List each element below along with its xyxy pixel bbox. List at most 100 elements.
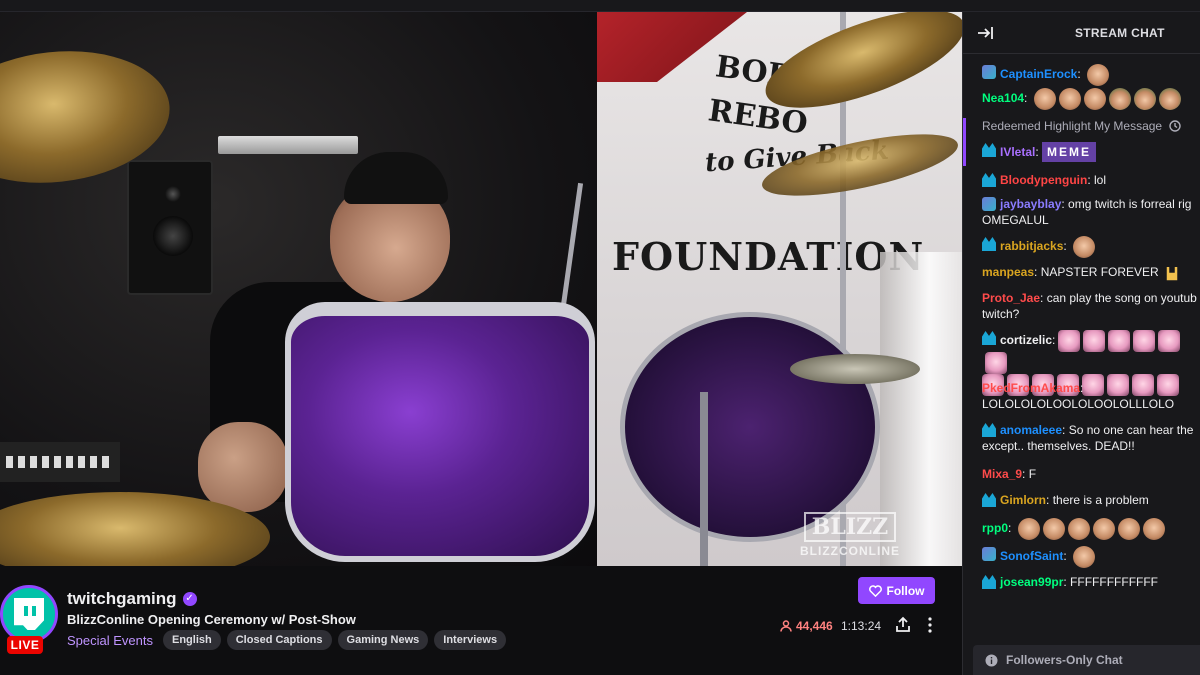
subscriber-badge-icon xyxy=(982,65,996,79)
emote-icon xyxy=(1083,330,1106,352)
prime-badge-icon xyxy=(982,575,996,589)
chat-message-text: MEME xyxy=(1042,142,1097,162)
stream-uptime: 1:13:24 xyxy=(841,619,882,633)
emote-icon xyxy=(1158,88,1181,110)
verified-icon: ✓ xyxy=(182,592,197,606)
prime-badge-icon xyxy=(982,143,996,157)
follow-button[interactable]: Follow xyxy=(858,577,935,604)
tag-closed-captions[interactable]: Closed Captions xyxy=(226,630,332,650)
tag-interviews[interactable]: Interviews xyxy=(434,630,507,650)
emote-icon xyxy=(1058,88,1081,110)
chat-message: manpeas: NAPSTER FOREVER xyxy=(963,264,1200,290)
stream-title: BlizzConline Opening Ceremony w/ Post-Sh… xyxy=(67,612,356,627)
chat-username[interactable]: PkedFromAkama xyxy=(982,381,1080,395)
chat-message: Mixa_9: F xyxy=(982,467,1037,481)
more-icon[interactable] xyxy=(924,616,936,634)
emote-icon xyxy=(1067,518,1090,540)
bass-drum xyxy=(285,302,595,562)
person-icon xyxy=(780,620,792,632)
chat-message: Gimlorn: there is a problem xyxy=(963,492,1200,518)
tag-english[interactable]: English xyxy=(163,630,221,650)
chat-message: cortizelic: xyxy=(963,330,1200,396)
chat-panel: STREAM CHAT CaptainErock: Nea104: Redeem… xyxy=(962,12,1200,675)
chat-username[interactable]: rabbitjacks xyxy=(1000,239,1063,253)
chat-message: josean99pr: FFFFFFFFFFFF xyxy=(963,574,1200,598)
chat-message: SonofSaint: xyxy=(963,546,1200,574)
emote-icon xyxy=(1108,88,1131,110)
share-icon[interactable] xyxy=(894,616,912,634)
prime-badge-icon xyxy=(982,331,996,345)
prime-badge-icon xyxy=(982,173,996,187)
chat-message-text: F xyxy=(1028,467,1037,481)
chat-message: Nea104: xyxy=(963,88,1200,118)
banner-line-4: FOUNDATION xyxy=(612,234,925,279)
chat-username[interactable]: Gimlorn xyxy=(1000,493,1046,507)
tag-list: English Closed Captions Gaming News Inte… xyxy=(163,630,507,650)
chat-message: jaybayblay: omg twitch is forreal rig OM… xyxy=(982,197,1192,227)
followers-only-notice: Followers-Only Chat xyxy=(973,645,1200,675)
highlight-bar xyxy=(963,118,966,166)
highlighted-message: Redeemed Highlight My Message IVletal: M… xyxy=(963,118,1200,166)
channel-name-row: twitchgaming ✓ xyxy=(67,589,197,609)
keyboard-gear xyxy=(0,442,120,482)
chat-message-list: CaptainErock: Nea104: Redeemed Highlight… xyxy=(963,64,1200,598)
chat-username[interactable]: IVletal xyxy=(1000,145,1035,159)
emote-icon xyxy=(1073,546,1096,568)
emote-icon xyxy=(1087,64,1110,86)
chat-title: STREAM CHAT xyxy=(1075,26,1165,40)
emote-icon xyxy=(1092,518,1115,540)
drummer-arm xyxy=(198,422,288,512)
chat-message: Proto_Jae: can play the song on youtub t… xyxy=(982,291,1197,321)
channel-avatar[interactable] xyxy=(0,585,58,643)
chat-username[interactable]: josean99pr xyxy=(1000,575,1063,589)
emote-icon xyxy=(1083,88,1106,110)
clock-icon xyxy=(1169,120,1182,132)
followers-only-label: Followers-Only Chat xyxy=(1006,653,1123,667)
chat-message: CaptainErock: xyxy=(963,64,1200,88)
tom-drum xyxy=(620,312,880,542)
subscriber-badge-icon xyxy=(982,547,996,561)
rock-hand-emoji-icon xyxy=(1166,266,1178,281)
chat-username[interactable]: anomaleee xyxy=(1000,423,1062,437)
chat-username[interactable]: jaybayblay xyxy=(1000,197,1061,211)
chat-username[interactable]: Proto_Jae xyxy=(982,291,1040,305)
chat-username[interactable]: manpeas xyxy=(982,265,1034,279)
chat-message: anomaleee: So no one can hear the except… xyxy=(982,423,1194,453)
emote-icon xyxy=(1033,88,1056,110)
category-link[interactable]: Special Events xyxy=(67,633,153,648)
hihat-cymbal xyxy=(790,354,920,384)
chat-username[interactable]: CaptainErock xyxy=(1000,67,1077,81)
chat-username[interactable]: Bloodypenguin xyxy=(1000,173,1087,187)
chat-username[interactable]: SonofSaint xyxy=(1000,549,1063,563)
chat-message: Bloodypenguin: lol xyxy=(963,172,1200,196)
chat-message-text: there is a problem xyxy=(1052,493,1149,507)
video-player[interactable]: BORN 19 REBO to Give Back FOUNDATION BLI… xyxy=(0,12,962,566)
emote-icon xyxy=(985,352,1007,374)
chat-username[interactable]: Nea104 xyxy=(982,91,1024,105)
viewer-count: 44,446 xyxy=(780,619,833,633)
chat-message-text-cont: twitch? xyxy=(982,307,1020,321)
heart-icon xyxy=(868,584,882,597)
watermark-mark: BLIZZ xyxy=(803,512,897,542)
chat-username[interactable]: cortizelic xyxy=(1000,333,1052,347)
emote-icon xyxy=(1073,236,1096,258)
redeem-label: Redeemed Highlight My Message xyxy=(982,119,1163,133)
chat-message-text-cont: except.. themselves. DEAD!! xyxy=(982,439,1135,453)
collapse-arrow-icon[interactable] xyxy=(977,26,993,40)
chat-message-text: LOLOLOLOLOOLOLOOLOLLLOLO xyxy=(982,397,1175,411)
emote-icon xyxy=(1108,330,1131,352)
chat-username[interactable]: rpp0 xyxy=(982,521,1008,535)
chat-message-text: can play the song on youtub xyxy=(1046,291,1197,305)
tag-gaming-news[interactable]: Gaming News xyxy=(337,630,429,650)
blizzconline-watermark: BLIZZ BLIZZCONLINE xyxy=(796,512,904,560)
chat-username[interactable]: Mixa_9 xyxy=(982,467,1022,481)
chat-message-text: NAPSTER FOREVER xyxy=(1040,265,1159,279)
chat-message-text: FFFFFFFFFFFF xyxy=(1070,575,1159,589)
viewer-count-value: 44,446 xyxy=(796,619,833,633)
emote-icon xyxy=(1117,518,1140,540)
chat-message-text: lol xyxy=(1094,173,1107,187)
chat-message: PkedFromAkama: LOLOLOLOLOOLOLOOLOLLLOLO xyxy=(982,381,1175,411)
channel-name[interactable]: twitchgaming xyxy=(67,589,177,609)
drum-stand xyxy=(700,392,708,566)
chat-header: STREAM CHAT xyxy=(963,12,1200,54)
